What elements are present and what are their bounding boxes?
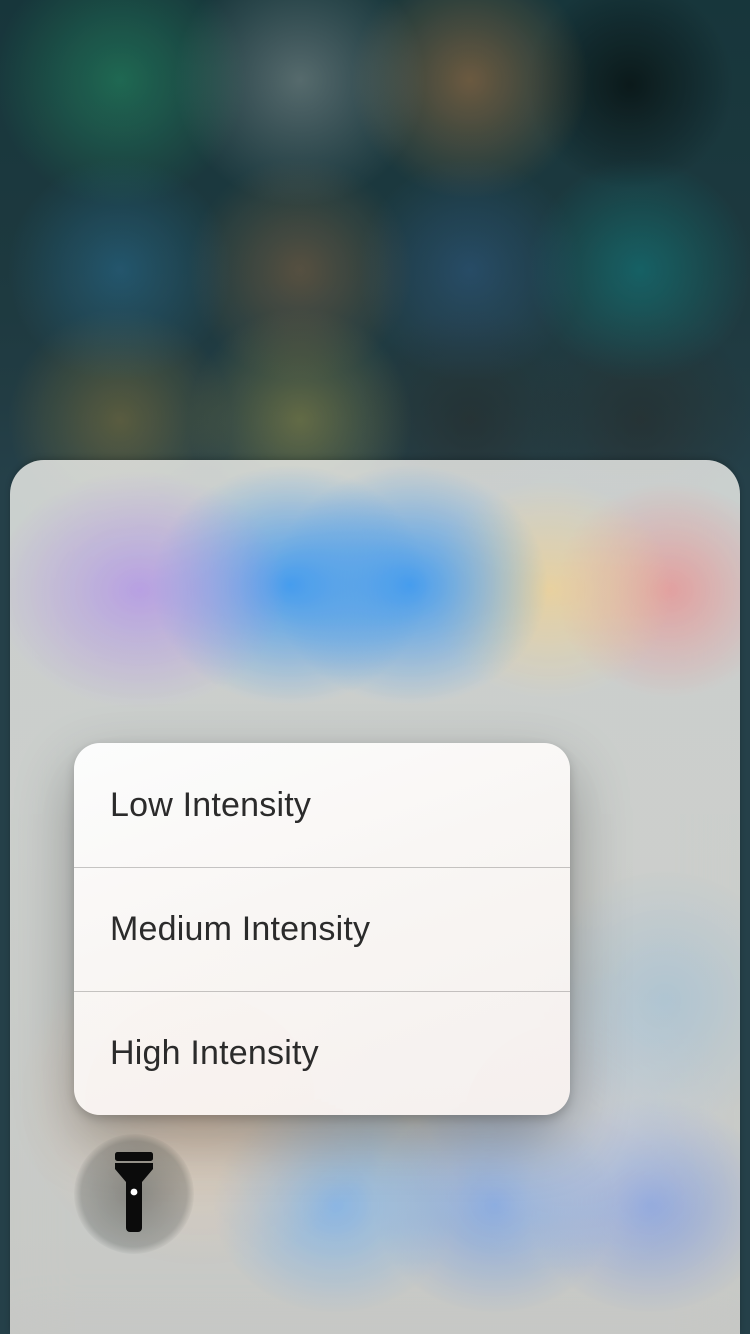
flashlight-intensity-menu: Low Intensity Medium Intensity High Inte… xyxy=(74,743,570,1115)
flashlight-button[interactable] xyxy=(74,1134,194,1254)
menu-item-label: Low Intensity xyxy=(110,786,311,825)
menu-item-label: High Intensity xyxy=(110,1034,319,1073)
control-center-panel-blurred: Low Intensity Medium Intensity High Inte… xyxy=(10,460,740,1334)
flashlight-high-intensity[interactable]: High Intensity xyxy=(74,991,570,1115)
flashlight-medium-intensity[interactable]: Medium Intensity xyxy=(74,867,570,991)
menu-item-label: Medium Intensity xyxy=(110,910,370,949)
home-screen-blurred: Low Intensity Medium Intensity High Inte… xyxy=(0,0,750,1334)
flashlight-icon xyxy=(111,1152,157,1237)
flashlight-low-intensity[interactable]: Low Intensity xyxy=(74,743,570,867)
